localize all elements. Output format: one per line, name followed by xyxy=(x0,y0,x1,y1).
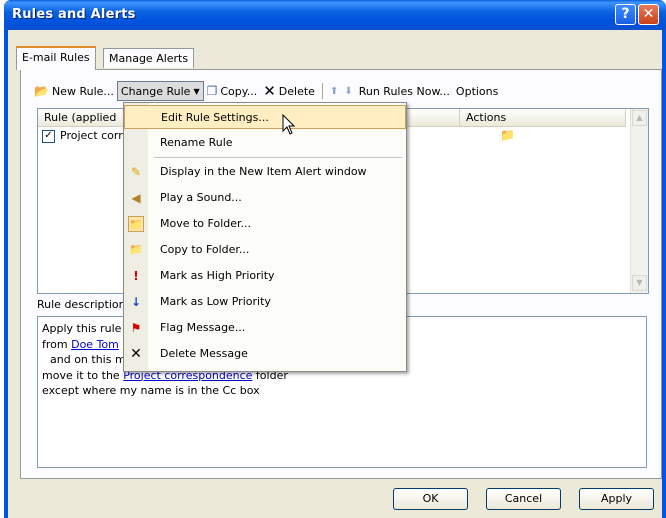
sender-link[interactable]: Doe Tom xyxy=(71,338,119,351)
new-rule-button[interactable]: 📂 New Rule... xyxy=(31,81,117,101)
tab-manage-alerts[interactable]: Manage Alerts xyxy=(103,48,195,68)
menu-item-label: Display in the New Item Alert window xyxy=(160,165,367,178)
cancel-button[interactable]: Cancel xyxy=(486,488,561,510)
window-title: Rules and Alerts xyxy=(12,7,136,22)
ok-button[interactable]: OK xyxy=(393,488,468,510)
high-priority-icon: ! xyxy=(133,269,139,283)
menu-item-copy-to-folder[interactable]: 📁 Copy to Folder... xyxy=(124,238,406,262)
arrow-down-icon: ⬇ xyxy=(344,85,353,97)
menu-item-label: Delete Message xyxy=(160,347,248,360)
column-header-actions[interactable]: Actions xyxy=(460,109,626,127)
move-up-button[interactable]: ⬆ xyxy=(327,81,341,101)
move-down-button[interactable]: ⬇ xyxy=(341,81,355,101)
menu-item-label: Copy to Folder... xyxy=(160,243,250,256)
copy-button[interactable]: ❐ Copy... xyxy=(204,81,261,101)
delete-icon: ✕ xyxy=(263,82,276,100)
scroll-down-arrow-icon[interactable]: ▼ xyxy=(632,275,647,291)
move-folder-icon: 📁 xyxy=(128,216,144,232)
scroll-up-arrow-icon[interactable]: ▲ xyxy=(632,110,647,126)
change-rule-menu: Edit Rule Settings... Rename Rule ✎ Disp… xyxy=(123,102,407,372)
run-rules-label: Run Rules Now... xyxy=(358,84,450,98)
delete-x-icon: ✕ xyxy=(130,346,142,362)
menu-item-rename-rule[interactable]: Rename Rule xyxy=(124,131,406,155)
change-rule-button[interactable]: Change Rule ▼ xyxy=(116,81,204,101)
title-bar[interactable]: Rules and Alerts ? ✕ xyxy=(4,0,666,30)
menu-item-high-priority[interactable]: ! Mark as High Priority xyxy=(124,264,406,288)
rule-enabled-checkbox[interactable]: ✓ xyxy=(42,130,55,143)
menu-item-label: Edit Rule Settings... xyxy=(161,111,269,124)
move-folder-action-icon: 📁 xyxy=(500,128,515,142)
alert-window-icon: ✎ xyxy=(130,165,142,179)
copy-icon: ❐ xyxy=(206,84,218,98)
menu-item-label: Mark as Low Priority xyxy=(160,295,271,308)
menu-item-edit-rule-settings[interactable]: Edit Rule Settings... xyxy=(124,105,406,129)
menu-item-label: Mark as High Priority xyxy=(160,269,275,282)
desc-from-text: from xyxy=(42,337,72,351)
copy-folder-icon: 📁 xyxy=(129,243,143,256)
dropdown-arrow-icon: ▼ xyxy=(193,86,200,96)
change-rule-label: Change Rule xyxy=(120,84,191,98)
low-priority-icon: ↓ xyxy=(130,295,142,309)
rules-list-scrollbar[interactable]: ▲ ▼ xyxy=(630,109,648,293)
menu-item-flag-message[interactable]: ⚑ Flag Message... xyxy=(124,316,406,340)
menu-item-move-to-folder[interactable]: 📁 Move to Folder... xyxy=(124,212,406,236)
rule-name: Project corre xyxy=(60,129,130,142)
copy-label: Copy... xyxy=(220,84,258,98)
menu-item-play-sound[interactable]: ◀ Play a Sound... xyxy=(124,186,406,210)
delete-label: Delete xyxy=(278,84,315,98)
toolbar-separator xyxy=(321,83,323,99)
close-button[interactable]: ✕ xyxy=(638,4,659,25)
tab-email-rules[interactable]: E-mail Rules xyxy=(16,46,96,70)
menu-item-label: Flag Message... xyxy=(160,321,246,334)
desc-move-text: move it to the xyxy=(42,368,124,382)
menu-item-display-alert[interactable]: ✎ Display in the New Item Alert window xyxy=(124,160,406,184)
help-button[interactable]: ? xyxy=(615,4,636,25)
desc-line-5: except where my name is in the Cc box xyxy=(42,384,260,397)
menu-item-label: Play a Sound... xyxy=(160,191,242,204)
mouse-cursor-icon xyxy=(282,114,296,135)
speaker-icon: ◀ xyxy=(131,191,141,205)
menu-separator xyxy=(154,157,402,158)
arrow-up-icon: ⬆ xyxy=(329,85,339,97)
new-rule-label: New Rule... xyxy=(51,84,114,98)
delete-button[interactable]: ✕ Delete xyxy=(260,81,318,101)
menu-item-delete-message[interactable]: ✕ Delete Message xyxy=(124,342,406,366)
rule-description-label: Rule description ( xyxy=(37,298,134,311)
run-rules-now-button[interactable]: Run Rules Now... xyxy=(356,81,453,101)
menu-item-low-priority[interactable]: ↓ Mark as Low Priority xyxy=(124,290,406,314)
flag-icon: ⚑ xyxy=(130,321,142,335)
apply-button[interactable]: Apply xyxy=(579,488,654,510)
options-label: Options xyxy=(455,84,499,98)
menu-item-label: Rename Rule xyxy=(160,136,233,149)
rules-toolbar: 📂 New Rule... Change Rule ▼ ❐ Copy... ✕ … xyxy=(31,80,501,102)
options-button[interactable]: Options xyxy=(453,81,501,101)
menu-item-label: Move to Folder... xyxy=(160,217,252,230)
new-rule-icon: 📂 xyxy=(34,84,49,98)
